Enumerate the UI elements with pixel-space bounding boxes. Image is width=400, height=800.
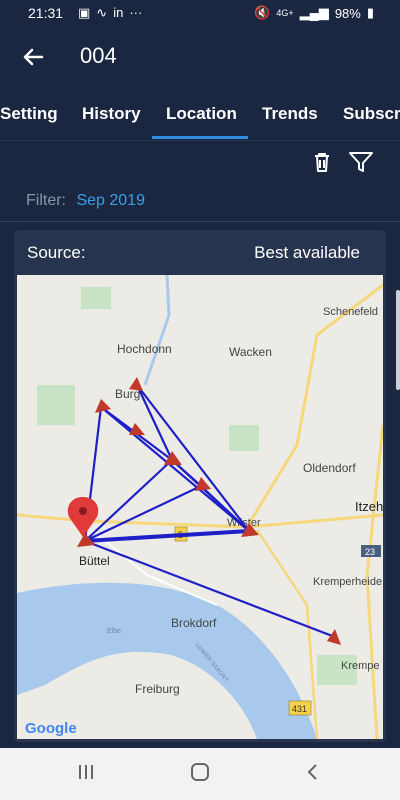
linkedin-icon: in: [113, 5, 124, 20]
map-label: Elbe: [107, 628, 121, 635]
source-value[interactable]: Best available: [254, 243, 360, 263]
tab-history[interactable]: History: [82, 104, 141, 124]
divider: [0, 140, 400, 141]
filter-row[interactable]: Filter: Sep 2019: [26, 192, 145, 210]
system-nav-bar: [0, 748, 400, 800]
image-icon: ▣: [78, 5, 91, 20]
audio-icon: ∿: [96, 5, 108, 20]
divider: [0, 221, 400, 222]
map-canal: [143, 275, 171, 386]
route-arrow: [164, 451, 182, 465]
map-label: Brokdorf: [171, 616, 217, 630]
home-icon[interactable]: [189, 762, 211, 788]
active-tab-indicator: [152, 136, 248, 139]
map-label: Hochdonn: [117, 342, 172, 356]
system-icons: 🔇 4G+ ▂▄▆ 98% ▮: [254, 5, 374, 21]
source-label: Source:: [27, 243, 86, 262]
tab-trends[interactable]: Trends: [262, 104, 318, 124]
map-label: Wacken: [229, 345, 272, 359]
road-shield-label: 23: [365, 547, 375, 557]
tab-location[interactable]: Location: [166, 104, 237, 124]
filter-label: Filter:: [26, 192, 66, 209]
map-label: Schenefeld: [323, 306, 378, 318]
route-arrow: [129, 377, 143, 391]
tab-setting[interactable]: Setting: [0, 104, 58, 124]
map-label: Itzehoe: [355, 499, 383, 514]
network-label: 4G+: [276, 8, 294, 18]
scrollbar[interactable]: [396, 290, 400, 390]
tab-subscriptions[interactable]: Subscri: [343, 104, 400, 124]
notification-icons: ▣ ∿ in ···: [78, 5, 142, 21]
battery-text: 98%: [334, 5, 361, 21]
location-card: Source: Best available 5 23 431 Schenefe…: [14, 230, 386, 742]
map-park: [229, 425, 259, 451]
route-arrow: [327, 629, 341, 645]
map-park: [81, 287, 111, 309]
filter-icon[interactable]: [348, 150, 374, 179]
status-time: 21:31: [28, 5, 64, 21]
app-bar: 004: [0, 28, 400, 86]
trash-icon[interactable]: [310, 150, 334, 179]
map-park: [37, 385, 75, 425]
google-logo: Google: [25, 720, 77, 737]
signal-icon: ▂▄▆: [299, 5, 329, 20]
mute-icon: 🔇: [254, 5, 271, 20]
map-label: Oldendorf: [303, 461, 356, 475]
battery-icon: ▮: [366, 5, 374, 20]
status-bar: 21:31 ▣ ∿ in ··· 🔇 4G+ ▂▄▆ 98% ▮: [0, 0, 400, 28]
location-map[interactable]: 5 23 431 Schenefeld Hochdonn Wacken Burg…: [17, 275, 383, 739]
map-label: Krempe: [341, 660, 380, 672]
page-title: 004: [80, 43, 117, 68]
map-river: [17, 582, 317, 739]
map-label: Freiburg: [135, 682, 180, 696]
back-icon[interactable]: [303, 762, 323, 788]
recents-icon[interactable]: [76, 762, 96, 788]
tab-bar: Setting History Location Trends Subscri: [0, 86, 400, 140]
filter-value[interactable]: Sep 2019: [76, 192, 145, 209]
map-label: Kremperheide: [313, 576, 382, 588]
route-arrow: [95, 399, 111, 413]
more-icon: ···: [129, 5, 143, 20]
map-label: Büttel: [79, 554, 110, 568]
road-shield-label: 431: [292, 704, 307, 714]
map-road: [245, 283, 383, 528]
back-arrow-icon[interactable]: [18, 42, 48, 72]
route-line: [84, 529, 250, 543]
route-line: [84, 459, 173, 542]
route-line: [100, 406, 250, 532]
